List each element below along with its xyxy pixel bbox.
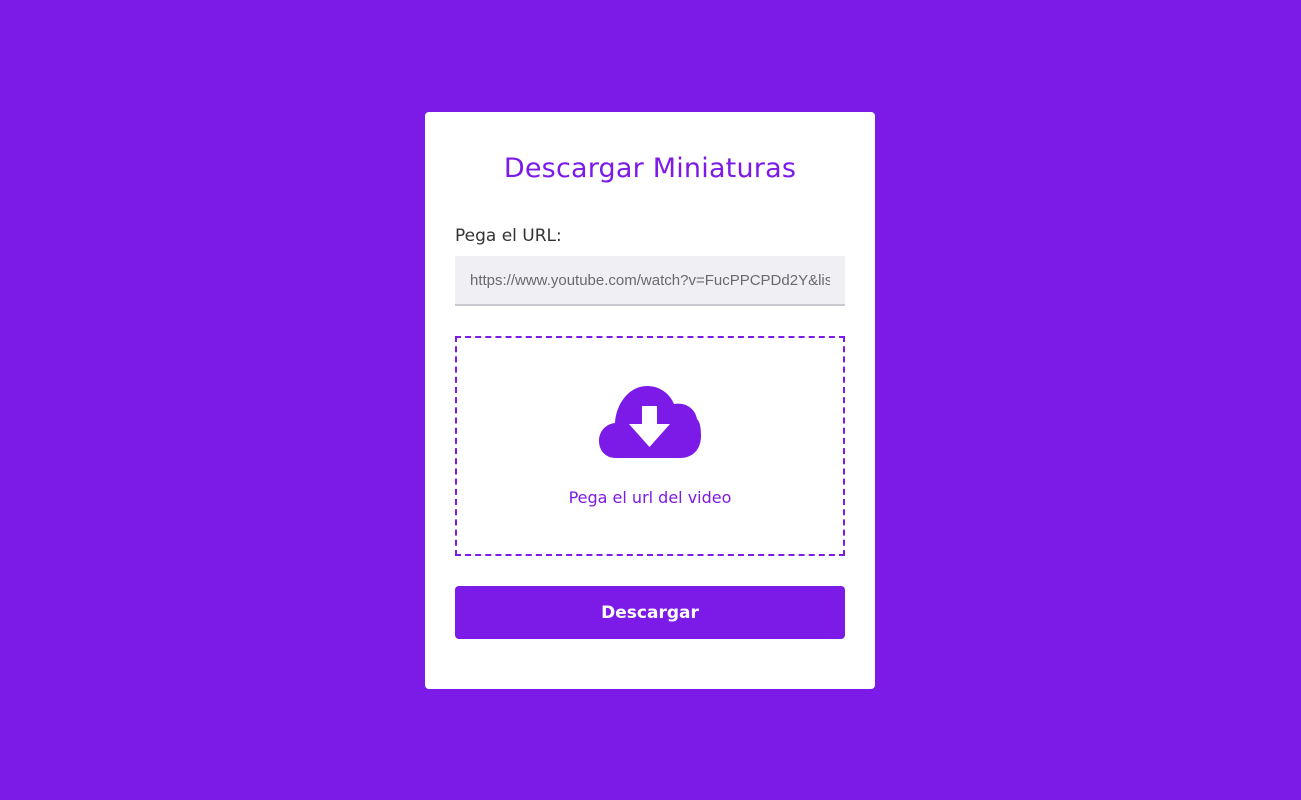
url-input[interactable] [455, 256, 845, 306]
thumbnail-preview-area: Pega el url del video [455, 336, 845, 556]
page-title: Descargar Miniaturas [503, 153, 797, 184]
url-label: Pega el URL: [455, 226, 562, 246]
cloud-download-icon [599, 386, 701, 458]
dropzone-instruction: Pega el url del video [568, 488, 732, 507]
thumbnail-download-card: Descargar Miniaturas Pega el URL: Pega e… [425, 112, 875, 689]
download-button[interactable]: Descargar [455, 586, 845, 639]
